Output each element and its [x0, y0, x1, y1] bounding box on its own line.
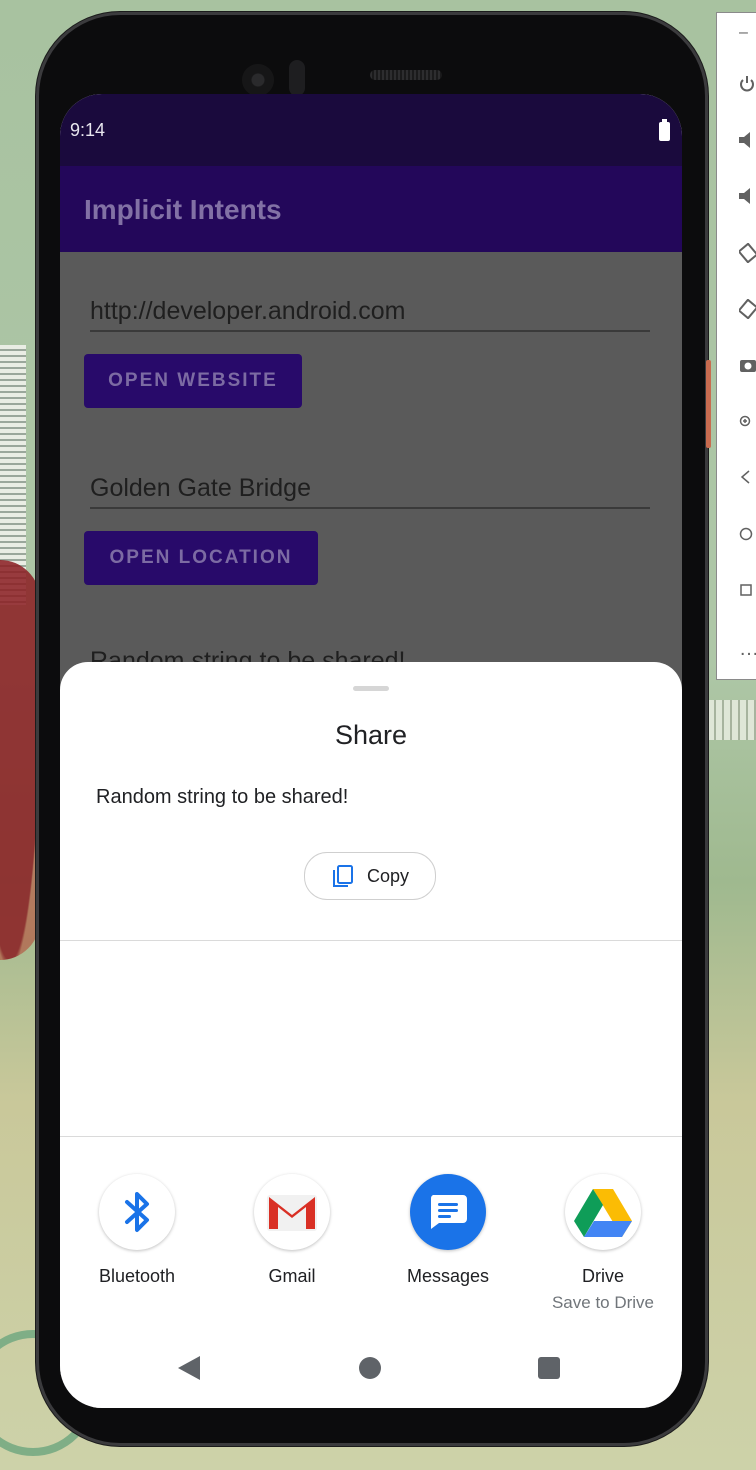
status-bar: 9:14 [60, 94, 682, 166]
volume-up-icon[interactable] [739, 131, 756, 155]
drive-icon [565, 1174, 641, 1250]
toolbar-overview-icon[interactable] [739, 579, 756, 603]
power-icon[interactable] [739, 75, 756, 99]
phone-power-button[interactable] [706, 360, 711, 448]
toolbar-back-icon[interactable] [739, 467, 756, 491]
share-sheet-title: Share [334, 720, 408, 750]
share-target-drive[interactable]: Drive Save to Drive [528, 1174, 678, 1313]
location-field[interactable]: Golden Gate Bridge [90, 471, 650, 509]
rotate-left-icon[interactable] [737, 242, 756, 267]
share-target-gmail[interactable]: Gmail [217, 1174, 367, 1287]
home-icon[interactable] [359, 1357, 381, 1379]
battery-icon [659, 119, 670, 141]
messages-icon [410, 1174, 486, 1250]
share-target-label: Gmail [268, 1266, 316, 1286]
toolbar-home-icon[interactable] [739, 523, 756, 547]
share-target-label: Drive [581, 1266, 624, 1286]
rotate-right-icon[interactable] [737, 298, 756, 323]
share-text-value: Random string to be shared! [90, 647, 406, 662]
share-target-label: Messages [406, 1266, 490, 1286]
share-sheet: Share Random string to be shared! Copy B… [60, 662, 682, 1408]
minimize-button[interactable]: – [739, 21, 756, 45]
volume-down-icon[interactable] [739, 187, 756, 211]
background-figure-illustration [0, 560, 40, 960]
copy-label: Copy [366, 865, 410, 886]
sheet-divider [60, 940, 682, 941]
location-value: Golden Gate Bridge [90, 474, 311, 502]
share-text-field[interactable]: Random string to be shared! [90, 634, 650, 662]
recents-icon[interactable] [538, 1357, 560, 1379]
back-icon[interactable] [178, 1356, 200, 1380]
more-options-button[interactable]: … [739, 637, 756, 661]
open-website-button[interactable]: OPEN WEBSITE [84, 354, 302, 408]
emulator-toolbar: – … [716, 12, 756, 680]
sheet-divider [60, 1136, 682, 1137]
navigation-bar [60, 1342, 682, 1408]
status-time: 9:14 [70, 120, 106, 140]
copy-button[interactable]: Copy [304, 852, 436, 900]
website-url-value: http://developer.android.com [90, 297, 406, 325]
screenshot-icon[interactable] [739, 355, 756, 379]
shared-text-preview: Random string to be shared! [96, 786, 349, 808]
app-title: Implicit Intents [84, 194, 282, 225]
website-url-field[interactable]: http://developer.android.com [90, 294, 650, 332]
zoom-icon[interactable] [739, 411, 756, 435]
share-target-bluetooth[interactable]: Bluetooth [62, 1174, 212, 1287]
share-targets: Bluetooth Gmail Messages Drive Save to D… [60, 1174, 682, 1314]
speaker-grille [370, 70, 442, 80]
gmail-icon [254, 1174, 330, 1250]
sensor-icon [289, 60, 305, 96]
share-target-subtitle: Save to Drive [551, 1293, 655, 1312]
phone-screen: 9:14 Implicit Intents http://developer.a… [60, 94, 682, 1408]
share-target-label: Bluetooth [98, 1266, 176, 1286]
app-bar: Implicit Intents [60, 166, 682, 252]
share-target-messages[interactable]: Messages [373, 1174, 523, 1287]
bluetooth-icon [99, 1174, 175, 1250]
background-railing-illustration [700, 700, 756, 740]
camera-icon [242, 64, 274, 96]
copy-icon [332, 865, 353, 887]
sheet-drag-handle[interactable] [353, 686, 389, 691]
open-location-button[interactable]: OPEN LOCATION [84, 531, 318, 585]
